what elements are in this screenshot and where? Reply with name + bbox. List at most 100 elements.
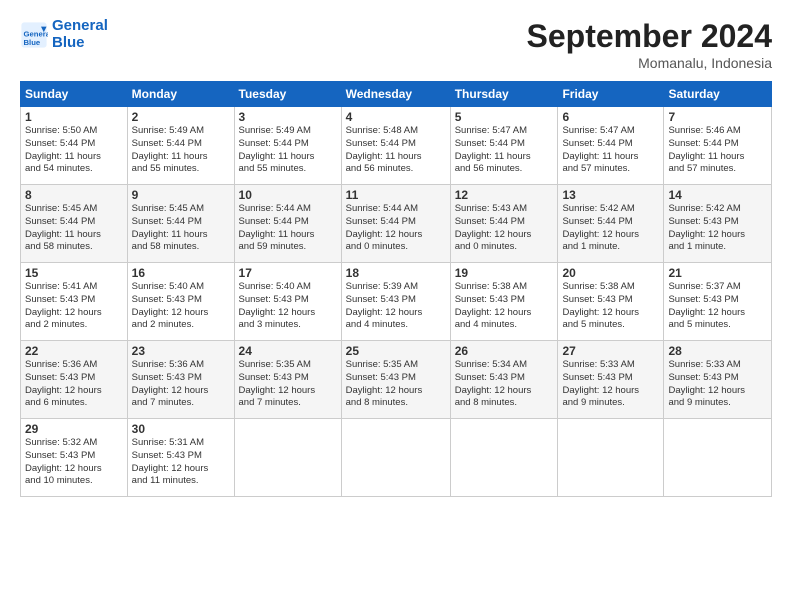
day-info: Sunrise: 5:35 AM Sunset: 5:43 PM Dayligh…	[239, 359, 337, 410]
day-info: Sunrise: 5:31 AM Sunset: 5:43 PM Dayligh…	[132, 437, 230, 488]
day-number: 23	[132, 344, 230, 358]
page: General Blue General Blue September 2024…	[0, 0, 792, 612]
day-info: Sunrise: 5:48 AM Sunset: 5:44 PM Dayligh…	[346, 125, 446, 176]
day-info: Sunrise: 5:40 AM Sunset: 5:43 PM Dayligh…	[132, 281, 230, 332]
calendar-cell: 16Sunrise: 5:40 AM Sunset: 5:43 PM Dayli…	[127, 263, 234, 341]
calendar-cell: 29Sunrise: 5:32 AM Sunset: 5:43 PM Dayli…	[21, 419, 128, 497]
calendar-cell: 12Sunrise: 5:43 AM Sunset: 5:44 PM Dayli…	[450, 185, 558, 263]
day-number: 24	[239, 344, 337, 358]
day-number: 10	[239, 188, 337, 202]
calendar-cell: 14Sunrise: 5:42 AM Sunset: 5:43 PM Dayli…	[664, 185, 772, 263]
day-info: Sunrise: 5:49 AM Sunset: 5:44 PM Dayligh…	[132, 125, 230, 176]
calendar-cell: 8Sunrise: 5:45 AM Sunset: 5:44 PM Daylig…	[21, 185, 128, 263]
header-day-sunday: Sunday	[21, 82, 128, 107]
day-info: Sunrise: 5:44 AM Sunset: 5:44 PM Dayligh…	[239, 203, 337, 254]
day-info: Sunrise: 5:47 AM Sunset: 5:44 PM Dayligh…	[562, 125, 659, 176]
day-number: 12	[455, 188, 554, 202]
calendar-cell: 25Sunrise: 5:35 AM Sunset: 5:43 PM Dayli…	[341, 341, 450, 419]
day-number: 25	[346, 344, 446, 358]
calendar-cell: 4Sunrise: 5:48 AM Sunset: 5:44 PM Daylig…	[341, 107, 450, 185]
week-row-1: 1Sunrise: 5:50 AM Sunset: 5:44 PM Daylig…	[21, 107, 772, 185]
day-number: 19	[455, 266, 554, 280]
day-info: Sunrise: 5:36 AM Sunset: 5:43 PM Dayligh…	[25, 359, 123, 410]
day-info: Sunrise: 5:40 AM Sunset: 5:43 PM Dayligh…	[239, 281, 337, 332]
header-day-monday: Monday	[127, 82, 234, 107]
header-day-thursday: Thursday	[450, 82, 558, 107]
day-info: Sunrise: 5:39 AM Sunset: 5:43 PM Dayligh…	[346, 281, 446, 332]
calendar-cell: 18Sunrise: 5:39 AM Sunset: 5:43 PM Dayli…	[341, 263, 450, 341]
header-day-tuesday: Tuesday	[234, 82, 341, 107]
calendar-cell: 17Sunrise: 5:40 AM Sunset: 5:43 PM Dayli…	[234, 263, 341, 341]
day-info: Sunrise: 5:42 AM Sunset: 5:44 PM Dayligh…	[562, 203, 659, 254]
calendar-cell	[664, 419, 772, 497]
day-info: Sunrise: 5:45 AM Sunset: 5:44 PM Dayligh…	[25, 203, 123, 254]
day-number: 8	[25, 188, 123, 202]
day-info: Sunrise: 5:49 AM Sunset: 5:44 PM Dayligh…	[239, 125, 337, 176]
day-number: 26	[455, 344, 554, 358]
day-info: Sunrise: 5:46 AM Sunset: 5:44 PM Dayligh…	[668, 125, 767, 176]
week-row-5: 29Sunrise: 5:32 AM Sunset: 5:43 PM Dayli…	[21, 419, 772, 497]
calendar-cell: 22Sunrise: 5:36 AM Sunset: 5:43 PM Dayli…	[21, 341, 128, 419]
day-number: 27	[562, 344, 659, 358]
day-number: 14	[668, 188, 767, 202]
day-number: 4	[346, 110, 446, 124]
day-info: Sunrise: 5:43 AM Sunset: 5:44 PM Dayligh…	[455, 203, 554, 254]
header-day-wednesday: Wednesday	[341, 82, 450, 107]
calendar-cell: 24Sunrise: 5:35 AM Sunset: 5:43 PM Dayli…	[234, 341, 341, 419]
calendar-cell: 27Sunrise: 5:33 AM Sunset: 5:43 PM Dayli…	[558, 341, 664, 419]
day-number: 2	[132, 110, 230, 124]
calendar-cell	[234, 419, 341, 497]
day-number: 29	[25, 422, 123, 436]
day-info: Sunrise: 5:38 AM Sunset: 5:43 PM Dayligh…	[455, 281, 554, 332]
day-number: 7	[668, 110, 767, 124]
calendar-cell: 9Sunrise: 5:45 AM Sunset: 5:44 PM Daylig…	[127, 185, 234, 263]
month-title: September 2024	[527, 18, 772, 55]
logo-icon: General Blue	[20, 21, 48, 49]
logo-line1: General	[52, 17, 108, 34]
calendar-cell	[341, 419, 450, 497]
day-info: Sunrise: 5:45 AM Sunset: 5:44 PM Dayligh…	[132, 203, 230, 254]
calendar-cell: 15Sunrise: 5:41 AM Sunset: 5:43 PM Dayli…	[21, 263, 128, 341]
day-info: Sunrise: 5:38 AM Sunset: 5:43 PM Dayligh…	[562, 281, 659, 332]
logo: General Blue General Blue	[20, 18, 108, 51]
day-info: Sunrise: 5:36 AM Sunset: 5:43 PM Dayligh…	[132, 359, 230, 410]
day-number: 22	[25, 344, 123, 358]
day-number: 11	[346, 188, 446, 202]
calendar-table: SundayMondayTuesdayWednesdayThursdayFrid…	[20, 81, 772, 497]
day-number: 3	[239, 110, 337, 124]
calendar-cell: 26Sunrise: 5:34 AM Sunset: 5:43 PM Dayli…	[450, 341, 558, 419]
week-row-2: 8Sunrise: 5:45 AM Sunset: 5:44 PM Daylig…	[21, 185, 772, 263]
day-number: 21	[668, 266, 767, 280]
calendar-cell: 23Sunrise: 5:36 AM Sunset: 5:43 PM Dayli…	[127, 341, 234, 419]
day-info: Sunrise: 5:35 AM Sunset: 5:43 PM Dayligh…	[346, 359, 446, 410]
calendar-cell	[450, 419, 558, 497]
day-info: Sunrise: 5:34 AM Sunset: 5:43 PM Dayligh…	[455, 359, 554, 410]
title-area: September 2024 Momanalu, Indonesia	[527, 18, 772, 71]
day-number: 5	[455, 110, 554, 124]
day-number: 9	[132, 188, 230, 202]
header-day-friday: Friday	[558, 82, 664, 107]
header: General Blue General Blue September 2024…	[20, 18, 772, 71]
day-info: Sunrise: 5:42 AM Sunset: 5:43 PM Dayligh…	[668, 203, 767, 254]
calendar-header-row: SundayMondayTuesdayWednesdayThursdayFrid…	[21, 82, 772, 107]
calendar-cell: 6Sunrise: 5:47 AM Sunset: 5:44 PM Daylig…	[558, 107, 664, 185]
day-number: 28	[668, 344, 767, 358]
calendar-cell: 11Sunrise: 5:44 AM Sunset: 5:44 PM Dayli…	[341, 185, 450, 263]
calendar-cell: 7Sunrise: 5:46 AM Sunset: 5:44 PM Daylig…	[664, 107, 772, 185]
logo-text: General Blue	[52, 18, 108, 51]
calendar-cell	[558, 419, 664, 497]
location: Momanalu, Indonesia	[527, 55, 772, 71]
calendar-cell: 30Sunrise: 5:31 AM Sunset: 5:43 PM Dayli…	[127, 419, 234, 497]
day-number: 13	[562, 188, 659, 202]
day-number: 16	[132, 266, 230, 280]
day-info: Sunrise: 5:47 AM Sunset: 5:44 PM Dayligh…	[455, 125, 554, 176]
week-row-3: 15Sunrise: 5:41 AM Sunset: 5:43 PM Dayli…	[21, 263, 772, 341]
day-info: Sunrise: 5:37 AM Sunset: 5:43 PM Dayligh…	[668, 281, 767, 332]
day-info: Sunrise: 5:33 AM Sunset: 5:43 PM Dayligh…	[668, 359, 767, 410]
logo-line2: Blue	[52, 34, 85, 51]
day-info: Sunrise: 5:44 AM Sunset: 5:44 PM Dayligh…	[346, 203, 446, 254]
calendar-cell: 20Sunrise: 5:38 AM Sunset: 5:43 PM Dayli…	[558, 263, 664, 341]
calendar-cell: 10Sunrise: 5:44 AM Sunset: 5:44 PM Dayli…	[234, 185, 341, 263]
day-number: 17	[239, 266, 337, 280]
day-info: Sunrise: 5:32 AM Sunset: 5:43 PM Dayligh…	[25, 437, 123, 488]
